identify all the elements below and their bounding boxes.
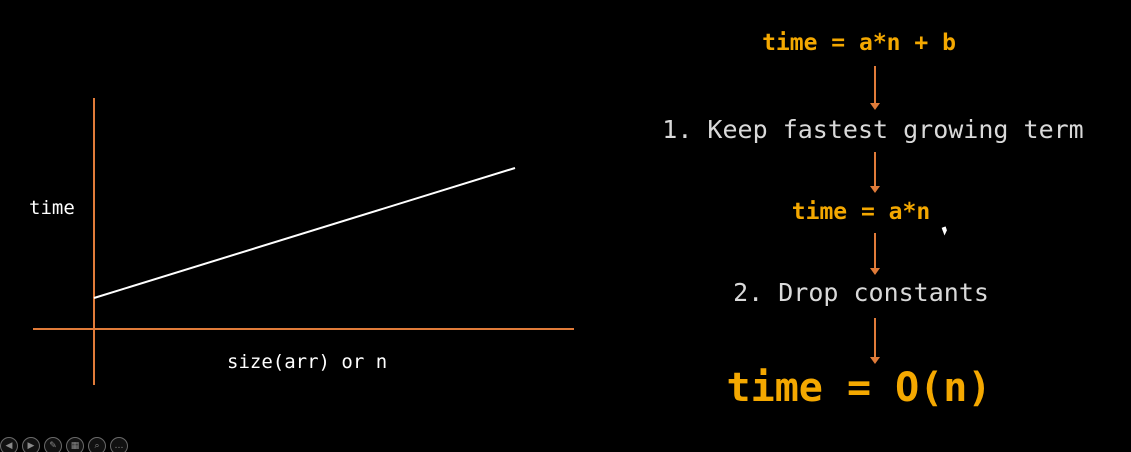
equation-time-big-o-n: time = O(n) <box>726 365 992 411</box>
pen-icon[interactable]: ✎ <box>44 437 62 452</box>
slides-icon[interactable]: ▦ <box>66 437 84 452</box>
zoom-icon[interactable]: ⌕ <box>88 437 106 452</box>
flow-arrow-4 <box>870 318 880 364</box>
x-axis-label: size(arr) or n <box>227 351 388 373</box>
big-o-derivation-flow: time = a*n + b 1. Keep fastest growing t… <box>615 22 1131 452</box>
time-vs-n-graph <box>33 98 574 385</box>
presentation-slide: time size(arr) or n time = a*n + b 1. Ke… <box>0 0 1131 452</box>
equation-time-an: time = a*n <box>791 199 931 225</box>
flow-arrow-2 <box>870 152 880 193</box>
flow-arrow-3 <box>870 233 880 275</box>
equation-time-an-plus-b: time = a*n + b <box>762 30 956 56</box>
slideshow-controls: ◀ ▶ ✎ ▦ ⌕ … <box>0 437 128 452</box>
prev-icon[interactable]: ◀ <box>0 437 18 452</box>
y-axis-label: time <box>29 197 75 219</box>
step-drop-constants: 2. Drop constants <box>733 278 989 307</box>
step-keep-fastest-term: 1. Keep fastest growing term <box>662 115 1084 144</box>
linear-growth-line <box>93 167 516 299</box>
next-icon[interactable]: ▶ <box>22 437 40 452</box>
flow-arrow-1 <box>870 66 880 110</box>
more-icon[interactable]: … <box>110 437 128 452</box>
